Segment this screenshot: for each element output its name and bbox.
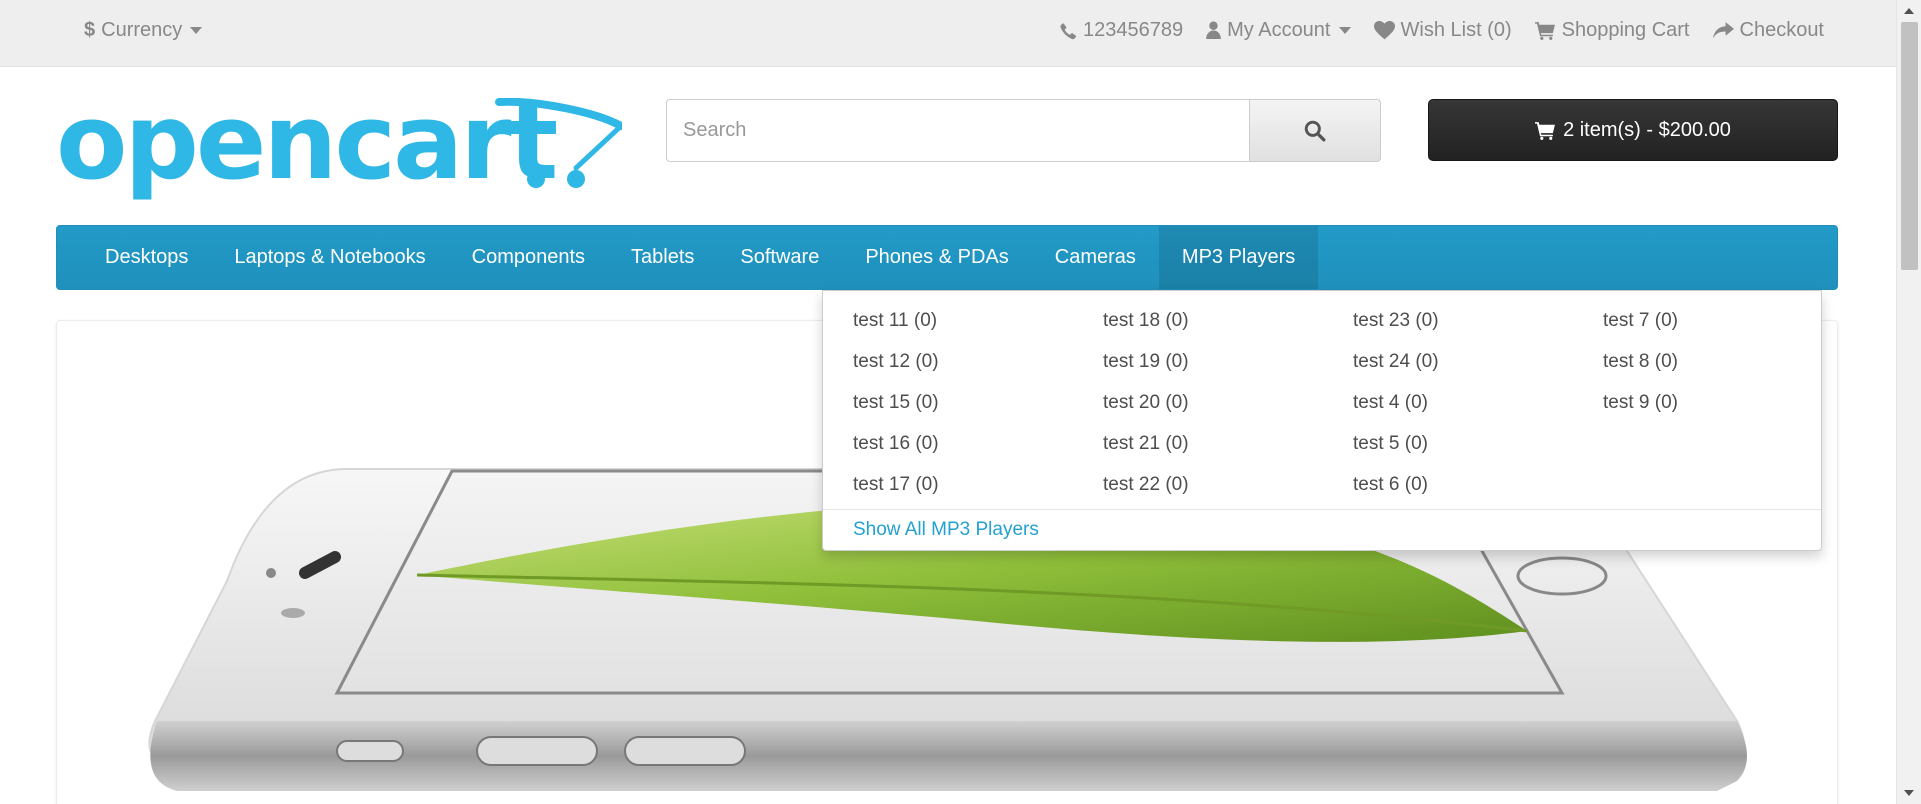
- dropdown-column: test 11 (0) test 12 (0) test 15 (0) test…: [853, 304, 1103, 509]
- subcategory-link[interactable]: test 21 (0): [1103, 427, 1353, 468]
- menu-item-phones-pdas[interactable]: Phones & PDAs: [842, 226, 1031, 289]
- search-button[interactable]: [1249, 99, 1381, 162]
- subcategory-link[interactable]: test 5 (0): [1353, 427, 1603, 468]
- page-scrollbar[interactable]: [1896, 0, 1921, 804]
- shopping-cart-icon: [1534, 21, 1556, 40]
- top-bar: $ Currency 123456789 My Account Wish Lis…: [0, 0, 1896, 67]
- search-input[interactable]: [666, 99, 1249, 162]
- subcategory-link[interactable]: test 19 (0): [1103, 345, 1353, 386]
- subcategory-link[interactable]: test 18 (0): [1103, 304, 1353, 345]
- subcategory-link[interactable]: test 16 (0): [853, 427, 1103, 468]
- menu-item-tablets[interactable]: Tablets: [608, 226, 717, 289]
- checkout-label: Checkout: [1739, 19, 1825, 41]
- search-icon: [1304, 120, 1326, 142]
- currency-label: Currency: [101, 19, 183, 41]
- subcategory-link[interactable]: test 6 (0): [1353, 468, 1603, 509]
- opencart-logo[interactable]: opencart: [56, 81, 625, 210]
- subcategory-link[interactable]: test 9 (0): [1603, 386, 1853, 427]
- menu-item-software[interactable]: Software: [717, 226, 842, 289]
- subcategory-link[interactable]: test 17 (0): [853, 468, 1103, 509]
- shopping-cart-label: Shopping Cart: [1561, 19, 1690, 41]
- scrollbar-thumb[interactable]: [1901, 22, 1918, 270]
- top-links: 123456789 My Account Wish List (0) Shopp…: [1060, 19, 1824, 42]
- dropdown-column: test 7 (0) test 8 (0) test 9 (0): [1603, 304, 1853, 509]
- mp3-players-dropdown: test 11 (0) test 12 (0) test 15 (0) test…: [822, 290, 1822, 551]
- my-account-label: My Account: [1227, 19, 1331, 41]
- wishlist-label: Wish List (0): [1400, 19, 1512, 41]
- subcategory-link[interactable]: test 7 (0): [1603, 304, 1853, 345]
- subcategory-link[interactable]: test 4 (0): [1353, 386, 1603, 427]
- caret-down-icon: [1338, 27, 1351, 34]
- checkout-link[interactable]: Checkout: [1712, 19, 1825, 42]
- phone-number: 123456789: [1083, 19, 1184, 41]
- wishlist-link[interactable]: Wish List (0): [1373, 19, 1512, 42]
- user-icon: [1206, 21, 1221, 40]
- scroll-down-arrow-icon[interactable]: [1904, 790, 1914, 796]
- subcategory-link[interactable]: test 23 (0): [1353, 304, 1603, 345]
- share-arrow-icon: [1712, 21, 1734, 40]
- phone-icon: [1060, 22, 1077, 40]
- subcategory-link[interactable]: test 15 (0): [853, 386, 1103, 427]
- menu-item-mp3-players[interactable]: MP3 Players: [1158, 226, 1319, 289]
- scroll-up-arrow-icon[interactable]: [1904, 8, 1914, 14]
- my-account-dropdown[interactable]: My Account: [1206, 19, 1351, 42]
- menu-item-laptops-notebooks[interactable]: Laptops & Notebooks: [211, 226, 448, 289]
- caret-down-icon: [190, 27, 203, 34]
- menu-item-desktops[interactable]: Desktops: [82, 226, 211, 289]
- dropdown-column: test 23 (0) test 24 (0) test 4 (0) test …: [1353, 304, 1603, 509]
- menu-item-cameras[interactable]: Cameras: [1032, 226, 1159, 289]
- cart-wheel-left: [527, 170, 545, 188]
- shopping-cart-link[interactable]: Shopping Cart: [1534, 19, 1690, 42]
- phone-link[interactable]: 123456789: [1060, 19, 1183, 42]
- cart-total-button[interactable]: 2 item(s) - $200.00: [1428, 99, 1838, 161]
- subcategory-link[interactable]: test 20 (0): [1103, 386, 1353, 427]
- dropdown-divider: [823, 509, 1821, 510]
- dollar-icon: $: [84, 19, 96, 41]
- subcategory-link[interactable]: test 22 (0): [1103, 468, 1353, 509]
- subcategory-link[interactable]: test 8 (0): [1603, 345, 1853, 386]
- logo-text: opencart: [56, 98, 557, 203]
- menu-item-components[interactable]: Components: [449, 226, 608, 289]
- search-bar: [666, 99, 1381, 162]
- subcategory-link[interactable]: test 12 (0): [853, 345, 1103, 386]
- subcategory-link[interactable]: test 11 (0): [853, 304, 1103, 345]
- shopping-cart-icon: [1535, 121, 1556, 140]
- cart-total-label: 2 item(s) - $200.00: [1563, 118, 1731, 141]
- heart-icon: [1373, 21, 1395, 40]
- category-menu: Desktops Laptops & Notebooks Components …: [56, 225, 1838, 290]
- dropdown-columns: test 11 (0) test 12 (0) test 15 (0) test…: [853, 304, 1853, 509]
- cart-wheel-right: [567, 170, 585, 188]
- subcategory-link[interactable]: test 24 (0): [1353, 345, 1603, 386]
- dropdown-column: test 18 (0) test 19 (0) test 20 (0) test…: [1103, 304, 1353, 509]
- currency-dropdown[interactable]: $ Currency: [84, 19, 203, 42]
- show-all-mp3-players-link[interactable]: Show All MP3 Players: [853, 519, 1039, 541]
- cart-basket-shape: [573, 123, 624, 171]
